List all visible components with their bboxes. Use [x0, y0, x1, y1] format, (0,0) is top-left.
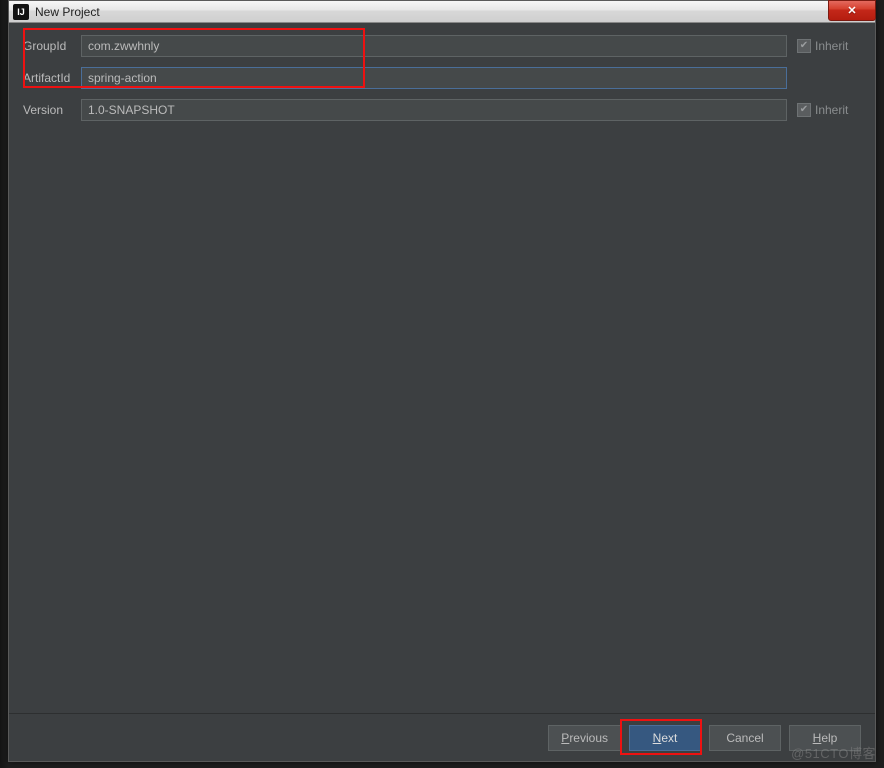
window-shadow — [0, 0, 8, 768]
artifactid-label: ArtifactId — [23, 71, 81, 85]
btn-text: ext — [661, 731, 677, 745]
groupid-inherit[interactable]: Inherit — [797, 39, 861, 53]
dialog-footer: Previous Next Cancel Help — [9, 713, 875, 761]
close-button[interactable]: ✕ — [828, 0, 876, 21]
groupid-row: GroupId Inherit — [23, 33, 861, 59]
title-bar[interactable]: IJ New Project ✕ — [9, 1, 875, 23]
checkbox-icon — [797, 39, 811, 53]
checkbox-icon — [797, 103, 811, 117]
version-row: Version Inherit — [23, 97, 861, 123]
artifactid-input[interactable] — [81, 67, 787, 89]
next-button[interactable]: Next — [629, 725, 701, 751]
groupid-label: GroupId — [23, 39, 81, 53]
version-label: Version — [23, 103, 81, 117]
groupid-input[interactable] — [81, 35, 787, 57]
help-button[interactable]: Help — [789, 725, 861, 751]
inherit-label: Inherit — [815, 103, 848, 117]
cancel-button[interactable]: Cancel — [709, 725, 781, 751]
app-icon: IJ — [13, 4, 29, 20]
btn-text: elp — [821, 731, 837, 745]
new-project-dialog: IJ New Project ✕ GroupId Inherit Artifac… — [8, 0, 876, 762]
version-input[interactable] — [81, 99, 787, 121]
artifactid-row: ArtifactId . — [23, 65, 861, 91]
btn-text: revious — [569, 731, 608, 745]
inherit-label: Inherit — [815, 39, 848, 53]
window-title: New Project — [35, 5, 100, 19]
dialog-content: GroupId Inherit ArtifactId . Version Inh… — [9, 23, 875, 713]
previous-button[interactable]: Previous — [548, 725, 621, 751]
version-inherit[interactable]: Inherit — [797, 103, 861, 117]
close-icon: ✕ — [847, 4, 856, 17]
btn-text: Cancel — [726, 731, 763, 745]
